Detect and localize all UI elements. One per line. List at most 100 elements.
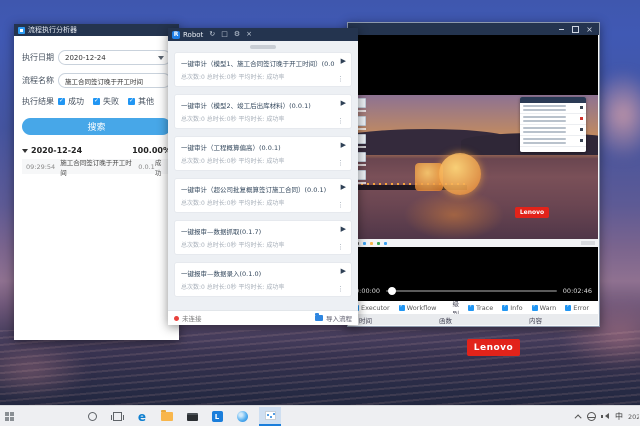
process-title: 一键审计（模型1、施工合同签订晚于开工时间）(0.0.1) <box>181 58 335 68</box>
more-menu-icon[interactable]: ⋮ <box>337 117 344 125</box>
process-card[interactable]: 一键报审—数据抓取(0.1.7) 总次数:0 总时长:0秒 平均时长: 成功率 … <box>174 220 352 255</box>
mail-button[interactable] <box>184 408 200 425</box>
process-card[interactable]: 一键审计（模型2、竣工后出库材料）(0.0.1) 总次数:0 总时长:0秒 平均… <box>174 94 352 129</box>
time-total: 00:02:46 <box>563 287 592 295</box>
player-titlebar[interactable]: × <box>348 23 599 35</box>
video-canvas[interactable]: Lenovo 0:00:00 00:02:46 <box>349 35 598 301</box>
app-icon <box>18 27 25 34</box>
system-tray: 中 202 <box>577 406 640 426</box>
disconnected-icon <box>174 316 179 321</box>
process-name-label: 流程名称 <box>22 75 58 86</box>
run-icon[interactable]: ▶ <box>341 57 346 65</box>
process-title: 一键审计（模型2、竣工后出库材料）(0.0.1) <box>181 100 335 110</box>
analyzer-app-button-active[interactable] <box>259 407 281 426</box>
filter-warn[interactable]: Warn <box>532 304 557 312</box>
edge-button[interactable] <box>134 408 150 425</box>
close-icon[interactable]: × <box>246 31 252 38</box>
result-row[interactable]: 09:29:54 施工合同签订晚于开工时间 0.0.1 成功 <box>22 159 171 174</box>
search-button[interactable]: 搜索 <box>22 118 171 135</box>
filter-error[interactable]: Error <box>565 304 589 312</box>
run-icon[interactable]: ▶ <box>341 267 346 275</box>
sync-icon[interactable]: ↻ <box>209 31 215 38</box>
process-stats: 总次数:0 总时长:0秒 平均时长: 成功率 <box>181 198 335 207</box>
robot-window: R Robot ↻ □ ⚙ × 一键审计（模型1、施工合同签订晚于开工时间）(0… <box>168 28 358 325</box>
run-icon[interactable]: ▶ <box>341 141 346 149</box>
mini-icon <box>363 242 366 245</box>
mini-icon <box>384 242 387 245</box>
minimize-icon[interactable] <box>556 25 567 34</box>
more-menu-icon[interactable]: ⋮ <box>337 285 344 293</box>
log-filter-bar: Executor Workflow 级别 Trace Info Warn Er <box>349 301 598 314</box>
browser-button[interactable] <box>234 408 250 425</box>
robot-titlebar[interactable]: R Robot ↻ □ ⚙ × <box>168 28 358 41</box>
more-menu-icon[interactable]: ⋮ <box>337 75 344 83</box>
import-process-button[interactable]: 导入流程 <box>315 313 352 323</box>
group-date: 2020-12-24 <box>31 146 82 155</box>
seek-knob[interactable] <box>388 287 396 295</box>
column-time: 时间 <box>359 315 439 325</box>
close-icon[interactable]: × <box>584 25 595 34</box>
mini-robot-popup <box>520 97 586 152</box>
filter-label: Warn <box>540 304 557 312</box>
seek-track[interactable] <box>386 290 557 292</box>
checkbox-icon[interactable] <box>399 305 405 311</box>
more-menu-icon[interactable]: ⋮ <box>337 159 344 167</box>
result-other-option[interactable]: 其他 <box>128 96 154 107</box>
folder-icon <box>161 412 173 421</box>
option-label: 其他 <box>138 96 154 107</box>
analyzer-body: 执行日期 2020-12-24 流程名称 执行结果 成功 失败 <box>14 36 179 180</box>
checkbox-icon[interactable] <box>468 305 474 311</box>
result-success-option[interactable]: 成功 <box>58 96 84 107</box>
checkbox-icon[interactable] <box>128 98 135 105</box>
checkbox-icon[interactable] <box>502 305 508 311</box>
mail-icon <box>187 413 198 421</box>
clock[interactable]: 202 <box>628 413 639 421</box>
task-view-button[interactable] <box>109 408 125 425</box>
volume-icon[interactable] <box>601 412 610 421</box>
checkbox-icon[interactable] <box>93 98 100 105</box>
file-explorer-button[interactable] <box>159 408 175 425</box>
filter-executor[interactable]: Executor <box>353 304 390 312</box>
ime-indicator[interactable]: 中 <box>615 411 623 422</box>
process-card[interactable]: 一键报审—数据录入(0.1.0) 总次数:0 总时长:0秒 平均时长: 成功率 … <box>174 262 352 297</box>
date-select[interactable]: 2020-12-24 <box>58 50 171 65</box>
run-icon[interactable]: ▶ <box>341 225 346 233</box>
result-label: 执行结果 <box>22 96 58 107</box>
process-name-input[interactable] <box>58 73 171 88</box>
process-stats: 总次数:0 总时长:0秒 平均时长: 成功率 <box>181 72 335 81</box>
hidden-icons-chevron[interactable] <box>575 414 582 421</box>
lenovo-logo: Lenovo <box>467 339 520 356</box>
filter-workflow[interactable]: Workflow <box>399 304 437 312</box>
seek-bar[interactable]: 0:00:00 00:02:46 <box>349 284 598 297</box>
checkbox-icon[interactable] <box>532 305 538 311</box>
more-menu-icon[interactable]: ⋮ <box>337 243 344 251</box>
start-button[interactable] <box>5 412 14 421</box>
settings-icon[interactable]: ⚙ <box>234 31 240 38</box>
filter-info[interactable]: Info <box>502 304 522 312</box>
lenovo-app-button[interactable] <box>209 408 225 425</box>
run-icon[interactable]: ▶ <box>341 183 346 191</box>
filter-trace[interactable]: Trace <box>468 304 493 312</box>
network-icon[interactable] <box>587 412 596 421</box>
taskbar-icons <box>84 406 281 426</box>
expander-icon[interactable] <box>22 149 28 153</box>
more-menu-icon[interactable]: ⋮ <box>337 201 344 209</box>
video-player-window: × <box>347 22 600 327</box>
drag-handle[interactable] <box>250 45 276 49</box>
process-card[interactable]: 一键审计（模型1、施工合同签订晚于开工时间）(0.0.1) 总次数:0 总时长:… <box>174 52 352 87</box>
chart-app-icon <box>265 411 276 420</box>
bubble-tent <box>439 153 481 195</box>
result-group-row[interactable]: 2020-12-24 100.00% <box>22 146 171 155</box>
process-card[interactable]: 一键审计（工程概算偏高）(0.0.1) 总次数:0 总时长:0秒 平均时长: 成… <box>174 136 352 171</box>
process-card[interactable]: 一键审计（超公司批复概算签订施工合同）(0.0.1) 总次数:0 总时长:0秒 … <box>174 178 352 213</box>
cortana-button[interactable] <box>84 408 100 425</box>
checkbox-icon[interactable] <box>565 305 571 311</box>
checkbox-icon[interactable] <box>58 98 65 105</box>
run-icon[interactable]: ▶ <box>341 99 346 107</box>
analyzer-titlebar[interactable]: 流程执行分析器 <box>14 24 179 36</box>
maximize-icon[interactable] <box>570 25 581 34</box>
log-icon[interactable]: □ <box>221 31 228 38</box>
desktop-icon <box>357 134 366 144</box>
filter-label: Workflow <box>407 304 437 312</box>
result-fail-option[interactable]: 失败 <box>93 96 119 107</box>
